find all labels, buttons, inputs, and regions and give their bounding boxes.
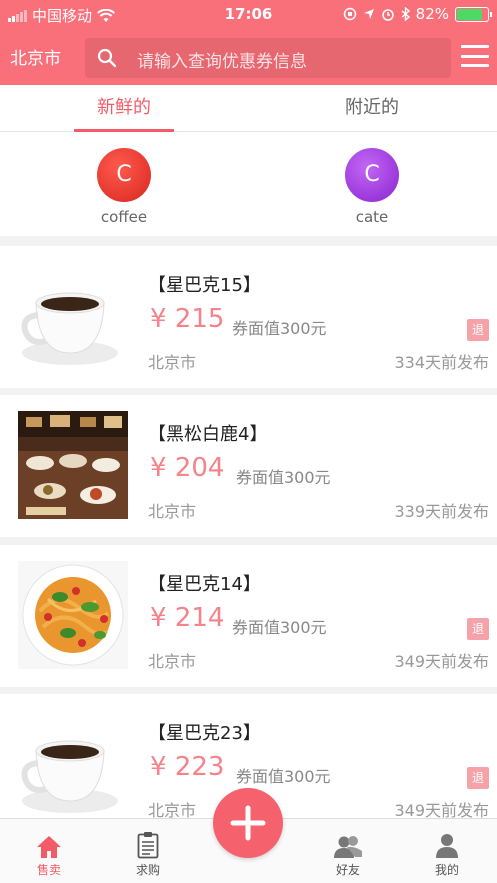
friends-icon	[318, 831, 378, 859]
tab-fresh[interactable]: 新鲜的	[44, 85, 204, 132]
coupon-city: 北京市	[148, 353, 197, 372]
tab-nearby[interactable]: 附近的	[292, 85, 452, 132]
bluetooth-icon	[401, 7, 410, 21]
category-coffee-icon: C	[97, 148, 151, 202]
category-coffee[interactable]: C coffee	[79, 148, 169, 226]
category-cate[interactable]: C cate	[327, 148, 417, 226]
spaghetti-image	[18, 561, 128, 669]
status-bar: 中国移动 17:06 82%	[0, 0, 497, 28]
search-icon	[97, 48, 117, 68]
refund-badge: 退	[467, 618, 489, 640]
clipboard-icon	[118, 831, 178, 859]
nav-sell[interactable]: 售卖	[19, 831, 79, 878]
battery-percent: 82%	[415, 5, 449, 23]
refund-badge: 退	[467, 767, 489, 789]
orientation-lock-icon	[343, 7, 356, 21]
nav-friends[interactable]: 好友	[318, 831, 378, 878]
top-header: 北京市 请输入查询优惠券信息	[0, 28, 497, 85]
coupon-face-value: 券面值300元	[236, 767, 331, 786]
search-input[interactable]: 请输入查询优惠券信息	[137, 47, 307, 72]
coupon-face-value: 券面值300元	[232, 319, 327, 338]
coupon-face-value: 券面值300元	[232, 618, 327, 637]
coupon-title: 【星巴克14】	[148, 574, 261, 595]
add-post-button[interactable]	[213, 788, 283, 858]
nav-me[interactable]: 我的	[417, 831, 477, 878]
coupon-title: 【星巴克23】	[148, 723, 261, 744]
coupon-card[interactable]: 【星巴克14】 ¥ 214 券面值300元 北京市 349天前发布 退	[0, 545, 497, 687]
coupon-posted-time: 339天前发布	[394, 502, 489, 521]
coupon-price: ¥ 204	[150, 453, 225, 483]
coupon-price: ¥ 223	[150, 752, 225, 782]
nav-buy[interactable]: 求购	[118, 831, 178, 878]
category-coffee-label: coffee	[100, 208, 148, 226]
coupon-card[interactable]: 【星巴克15】 ¥ 215 券面值300元 北京市 334天前发布 退	[0, 246, 497, 388]
coupon-city: 北京市	[148, 502, 197, 521]
nav-me-label: 我的	[434, 863, 459, 877]
refund-badge: 退	[467, 319, 489, 341]
coupon-city: 北京市	[148, 652, 197, 671]
category-cate-label: cate	[355, 208, 389, 226]
coupon-card[interactable]: 【黑松白鹿4】 ¥ 204 券面值300元 北京市 339天前发布	[0, 395, 497, 537]
coffee-cup-image	[18, 265, 128, 373]
coupon-title: 【黑松白鹿4】	[148, 424, 268, 445]
coupon-face-value: 券面值300元	[236, 468, 331, 487]
nav-sell-label: 售卖	[36, 863, 61, 877]
coffee-cup-image	[18, 713, 128, 821]
category-row: C coffee C cate	[0, 132, 497, 236]
plus-icon	[230, 805, 266, 841]
alarm-icon	[381, 9, 394, 21]
tab-bar: 新鲜的 附近的	[0, 85, 497, 132]
menu-icon[interactable]	[461, 45, 489, 67]
category-cate-icon: C	[345, 148, 399, 202]
battery-icon	[455, 6, 492, 22]
location-icon	[363, 9, 374, 19]
city-selector[interactable]: 北京市	[10, 44, 61, 69]
buffet-image	[18, 411, 128, 519]
user-icon	[417, 831, 477, 859]
nav-friends-label: 好友	[335, 863, 360, 877]
home-icon	[19, 831, 79, 859]
search-bar[interactable]: 请输入查询优惠券信息	[85, 38, 451, 78]
nav-buy-label: 求购	[135, 863, 160, 877]
coupon-posted-time: 349天前发布	[394, 652, 489, 671]
coupon-posted-time: 334天前发布	[394, 353, 489, 372]
coupon-price: ¥ 214	[150, 603, 225, 633]
coupon-price: ¥ 215	[150, 304, 225, 334]
coupon-title: 【星巴克15】	[148, 275, 261, 296]
